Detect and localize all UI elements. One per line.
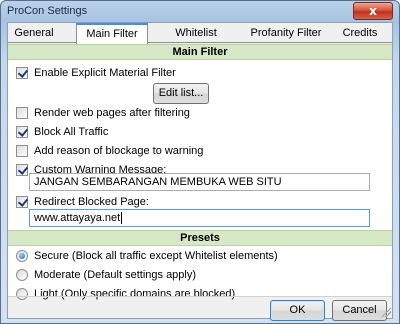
preset-light[interactable]: Light (Only specific domains are blocked…: [16, 287, 246, 303]
render-after-filtering-checkbox[interactable]: [16, 107, 28, 119]
resize-grip-icon[interactable]: [381, 307, 391, 317]
option-render-after-filtering[interactable]: Render web pages after filtering: [16, 106, 236, 122]
presets-header: Presets: [8, 230, 392, 246]
tab-strip: General Main Filter Whitelist Profanity …: [8, 23, 392, 44]
close-icon: x: [369, 4, 377, 18]
title-bar[interactable]: ProCon Settings x: [1, 1, 399, 23]
cancel-button[interactable]: Cancel: [332, 300, 387, 321]
redirect-blocked-page-checkbox[interactable]: [16, 196, 28, 208]
enable-explicit-filter-label: Enable Explicit Material Filter: [34, 67, 176, 79]
main-filter-header: Main Filter: [8, 44, 392, 60]
render-after-filtering-label: Render web pages after filtering: [34, 107, 190, 119]
tab-general[interactable]: General: [14, 25, 54, 43]
window-title: ProCon Settings: [7, 5, 88, 17]
ok-button[interactable]: OK: [270, 300, 325, 321]
preset-secure[interactable]: Secure (Block all traffic except Whiteli…: [16, 249, 296, 265]
redirect-url-input[interactable]: www.attayaya.net: [29, 209, 370, 227]
tab-main-filter[interactable]: Main Filter: [76, 23, 148, 44]
warning-message-input[interactable]: JANGAN SEMBARANGAN MEMBUKA WEB SITU: [29, 173, 370, 191]
preset-light-radio[interactable]: [16, 288, 28, 300]
block-all-traffic-label: Block All Traffic: [34, 126, 109, 138]
preset-moderate-label: Moderate (Default settings apply): [34, 269, 197, 281]
dialog-body: General Main Filter Whitelist Profanity …: [7, 22, 393, 321]
redirect-url-value: www.attayaya.net: [34, 212, 121, 224]
edit-list-button[interactable]: Edit list...: [153, 83, 209, 104]
option-enable-explicit-filter[interactable]: Enable Explicit Material Filter: [16, 66, 216, 82]
preset-secure-label: Secure (Block all traffic except Whiteli…: [34, 250, 278, 262]
footer-divider: [8, 296, 392, 297]
settings-window: ProCon Settings x General Main Filter Wh…: [0, 0, 400, 324]
block-all-traffic-checkbox[interactable]: [16, 126, 28, 138]
add-blockage-reason-label: Add reason of blockage to warning: [34, 145, 204, 157]
main-filter-panel: Main Filter Enable Explicit Material Fil…: [8, 44, 392, 300]
tab-credits[interactable]: Credits: [340, 25, 380, 43]
option-add-blockage-reason[interactable]: Add reason of blockage to warning: [16, 144, 236, 160]
text-caret: [121, 212, 123, 225]
tab-profanity-filter[interactable]: Profanity Filter: [243, 25, 329, 43]
redirect-blocked-page-label: Redirect Blocked Page:: [34, 196, 149, 208]
option-block-all-traffic[interactable]: Block All Traffic: [16, 125, 156, 141]
tab-whitelist[interactable]: Whitelist: [171, 25, 221, 43]
enable-explicit-filter-checkbox[interactable]: [16, 67, 28, 79]
preset-light-label: Light (Only specific domains are blocked…: [34, 288, 236, 300]
close-button[interactable]: x: [353, 2, 393, 20]
custom-warning-message-checkbox[interactable]: [16, 164, 28, 176]
warning-message-value: JANGAN SEMBARANGAN MEMBUKA WEB SITU: [34, 176, 282, 188]
preset-secure-radio[interactable]: [16, 250, 28, 262]
preset-moderate[interactable]: Moderate (Default settings apply): [16, 268, 236, 284]
add-blockage-reason-checkbox[interactable]: [16, 145, 28, 157]
preset-moderate-radio[interactable]: [16, 269, 28, 281]
